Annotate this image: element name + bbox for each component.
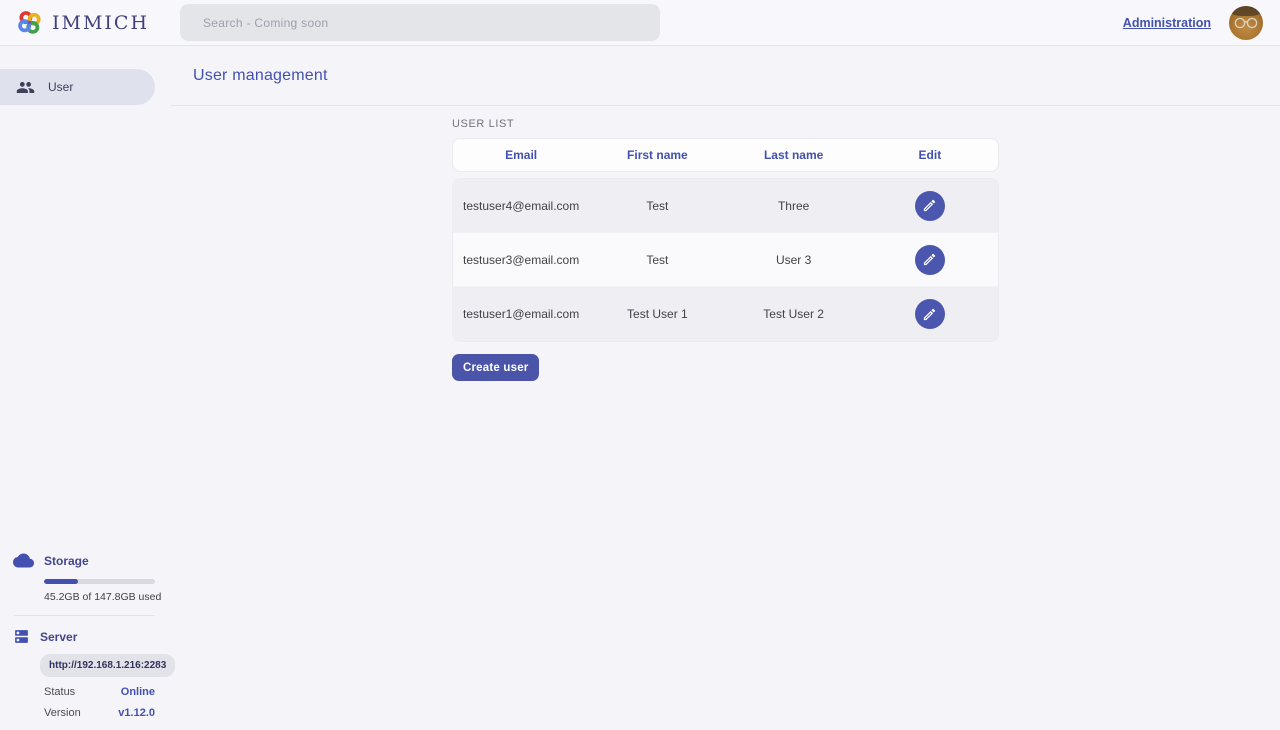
search-input[interactable] <box>203 16 623 30</box>
server-status-value: Online <box>121 686 155 698</box>
server-icon <box>13 628 30 645</box>
cell-email: testuser4@email.com <box>453 199 589 213</box>
cloud-icon <box>13 550 34 571</box>
table-row: testuser4@email.com Test Three <box>453 179 998 233</box>
glasses-graphic <box>1233 16 1259 30</box>
user-table-body: testuser4@email.com Test Three testuser3… <box>452 178 999 342</box>
brand-logo[interactable]: IMMICH <box>16 9 149 36</box>
cell-last-name: User 3 <box>726 253 862 267</box>
cell-email: testuser3@email.com <box>453 253 589 267</box>
column-header-first-name: First name <box>589 148 725 162</box>
cell-first-name: Test User 1 <box>589 307 725 321</box>
storage-used-label: 45.2GB of 147.8GB used <box>44 591 171 603</box>
column-header-last-name: Last name <box>726 148 862 162</box>
administration-link[interactable]: Administration <box>1123 16 1211 30</box>
sidebar-divider <box>14 615 155 616</box>
sidebar-status-panel: Storage 45.2GB of 147.8GB used Server ht… <box>0 550 171 719</box>
pencil-icon <box>922 307 937 322</box>
table-row: testuser1@email.com Test User 1 Test Use… <box>453 287 998 341</box>
cell-last-name: Test User 2 <box>726 307 862 321</box>
users-icon <box>16 78 35 97</box>
server-title: Server <box>40 630 77 644</box>
edit-user-button[interactable] <box>915 191 945 221</box>
title-bar: User management <box>171 46 1280 106</box>
page-title: User management <box>193 67 328 85</box>
create-user-button[interactable]: Create user <box>452 354 539 381</box>
storage-progress-fill <box>44 579 78 584</box>
server-status-label: Status <box>44 686 75 698</box>
cell-email: testuser1@email.com <box>453 307 589 321</box>
edit-user-button[interactable] <box>915 299 945 329</box>
pencil-icon <box>922 252 937 267</box>
edit-user-button[interactable] <box>915 245 945 275</box>
storage-progress-bar <box>44 579 155 584</box>
storage-title: Storage <box>44 554 89 568</box>
brand-wordmark: IMMICH <box>52 12 149 34</box>
user-list-label: USER LIST <box>452 118 999 130</box>
app-header: IMMICH Administration <box>0 0 1280 46</box>
sidebar-item-label: User <box>48 80 73 94</box>
table-row: testuser3@email.com Test User 3 <box>453 233 998 287</box>
server-url-chip: http://192.168.1.216:2283 <box>40 654 175 677</box>
search-bar[interactable] <box>180 4 660 41</box>
cell-first-name: Test <box>589 253 725 267</box>
server-version-label: Version <box>44 707 81 719</box>
sidebar: User Storage 45.2GB of 147.8GB used Serv… <box>0 46 171 730</box>
column-header-edit: Edit <box>862 148 998 162</box>
user-table-header: Email First name Last name Edit <box>452 138 999 172</box>
avatar[interactable] <box>1229 6 1263 40</box>
column-header-email: Email <box>453 148 589 162</box>
main-content: User management USER LIST Email First na… <box>171 46 1280 730</box>
cell-first-name: Test <box>589 199 725 213</box>
cell-last-name: Three <box>726 199 862 213</box>
server-version-value: v1.12.0 <box>118 707 155 719</box>
logo-flower-icon <box>16 9 43 36</box>
sidebar-item-user[interactable]: User <box>0 69 155 105</box>
pencil-icon <box>922 198 937 213</box>
